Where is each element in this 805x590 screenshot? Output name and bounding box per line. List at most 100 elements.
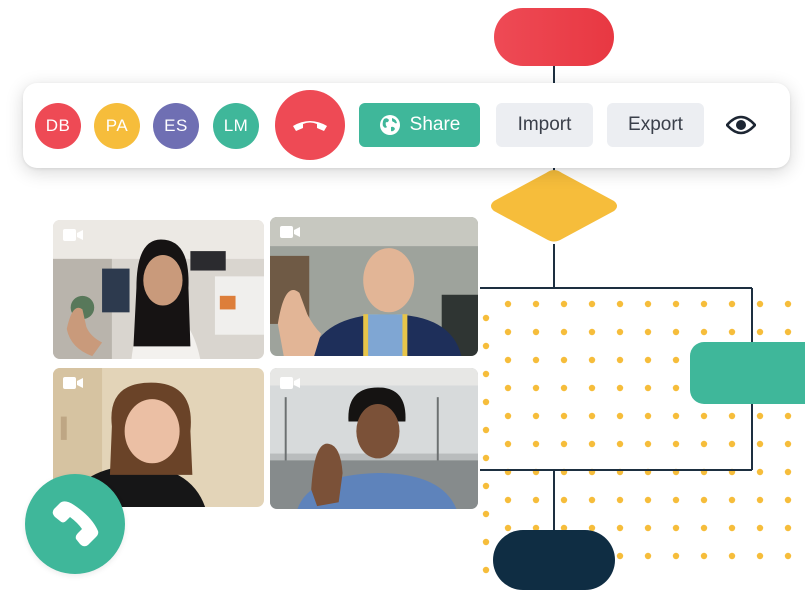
grid-dot xyxy=(700,496,708,504)
grid-dot xyxy=(672,412,680,420)
grid-dot xyxy=(756,468,764,476)
flowchart-end-node[interactable] xyxy=(493,530,615,590)
grid-dot xyxy=(560,440,568,448)
call-button[interactable] xyxy=(25,474,125,574)
grid-dot xyxy=(616,524,624,532)
share-button[interactable]: Share xyxy=(359,103,480,147)
grid-dot xyxy=(672,328,680,336)
grid-dot xyxy=(756,440,764,448)
video-feed xyxy=(270,217,478,356)
grid-dot xyxy=(482,482,490,490)
import-label: Import xyxy=(517,114,572,135)
export-label: Export xyxy=(628,114,683,135)
grid-dot xyxy=(532,328,540,336)
grid-dot xyxy=(700,412,708,420)
hang-up-button[interactable] xyxy=(275,90,345,160)
export-button[interactable]: Export xyxy=(607,103,704,147)
grid-dot xyxy=(504,412,512,420)
grid-dot xyxy=(588,356,596,364)
grid-dot xyxy=(560,384,568,392)
grid-dot xyxy=(644,384,652,392)
grid-dot xyxy=(728,496,736,504)
avatar-participant-3[interactable]: ES xyxy=(153,103,199,149)
flowchart-decision-node[interactable] xyxy=(488,168,620,244)
grid-dot xyxy=(504,356,512,364)
grid-dot xyxy=(784,524,792,532)
video-tile-participant-1[interactable] xyxy=(51,218,266,361)
grid-dot xyxy=(616,384,624,392)
grid-dot xyxy=(532,440,540,448)
grid-dot xyxy=(532,384,540,392)
globe-icon xyxy=(379,115,400,135)
video-tile-participant-2[interactable] xyxy=(268,215,480,358)
flowchart-process-node[interactable] xyxy=(690,342,805,404)
avatar-participant-2[interactable]: PA xyxy=(94,103,140,149)
grid-dot xyxy=(728,524,736,532)
flowchart-start-node[interactable] xyxy=(494,8,614,66)
grid-dot xyxy=(756,300,764,308)
grid-dot xyxy=(482,342,490,350)
grid-dot xyxy=(616,356,624,364)
grid-dot xyxy=(560,412,568,420)
avatar-initials: PA xyxy=(105,116,129,135)
grid-dot xyxy=(504,384,512,392)
grid-dot xyxy=(672,300,680,308)
grid-dot xyxy=(560,328,568,336)
grid-dot xyxy=(588,440,596,448)
grid-dot xyxy=(532,496,540,504)
grid-dot xyxy=(588,412,596,420)
grid-dot xyxy=(588,496,596,504)
grid-dot xyxy=(728,440,736,448)
grid-dot xyxy=(532,412,540,420)
import-button[interactable]: Import xyxy=(496,103,593,147)
avatar-participant-1[interactable]: DB xyxy=(35,103,81,149)
grid-dot xyxy=(560,356,568,364)
grid-dot xyxy=(482,426,490,434)
grid-dot xyxy=(504,300,512,308)
grid-dot xyxy=(700,328,708,336)
grid-dot xyxy=(644,356,652,364)
grid-dot xyxy=(784,440,792,448)
grid-dot xyxy=(728,300,736,308)
grid-dot xyxy=(616,328,624,336)
grid-dot xyxy=(616,496,624,504)
grid-dot xyxy=(482,454,490,462)
video-feed xyxy=(270,368,478,509)
grid-dot xyxy=(756,412,764,420)
grid-dot xyxy=(784,412,792,420)
grid-dot xyxy=(644,328,652,336)
avatar-initials: LM xyxy=(223,116,249,135)
grid-dot xyxy=(504,440,512,448)
grid-dot xyxy=(700,440,708,448)
grid-dot xyxy=(672,384,680,392)
grid-dot xyxy=(672,496,680,504)
grid-dot xyxy=(504,328,512,336)
grid-dot xyxy=(644,552,652,560)
grid-dot xyxy=(700,552,708,560)
phone-icon xyxy=(52,501,99,547)
grid-dot xyxy=(588,328,596,336)
grid-dot xyxy=(482,314,490,322)
grid-dot xyxy=(672,524,680,532)
visibility-toggle[interactable] xyxy=(723,111,759,139)
video-camera-icon xyxy=(63,377,83,389)
grid-dot xyxy=(560,300,568,308)
grid-dot xyxy=(504,524,512,532)
grid-dot xyxy=(784,552,792,560)
video-feed xyxy=(53,220,264,359)
grid-dot xyxy=(532,356,540,364)
grid-dot xyxy=(784,328,792,336)
grid-dot xyxy=(644,496,652,504)
grid-dot xyxy=(700,524,708,532)
grid-dot xyxy=(588,300,596,308)
phone-hangup-icon xyxy=(293,121,327,131)
avatar-participant-4[interactable]: LM xyxy=(213,103,259,149)
grid-dot xyxy=(482,510,490,518)
avatar-initials: DB xyxy=(45,116,71,135)
grid-dot xyxy=(728,328,736,336)
grid-dot xyxy=(504,496,512,504)
grid-dot xyxy=(756,496,764,504)
video-tile-participant-4[interactable] xyxy=(268,366,480,511)
avatar-initials: ES xyxy=(164,116,188,135)
video-camera-icon xyxy=(280,226,300,238)
